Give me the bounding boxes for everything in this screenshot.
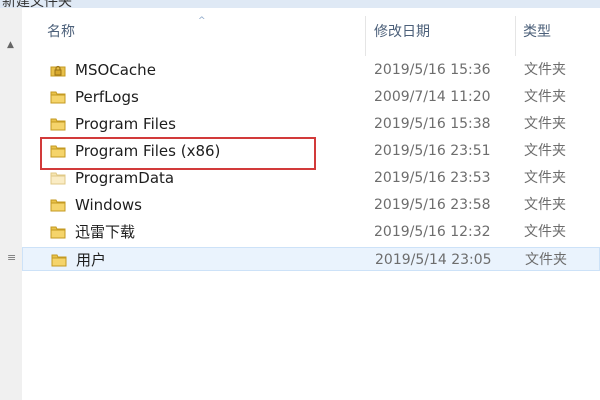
file-date: 2019/5/16 12:32 bbox=[374, 224, 491, 240]
column-header: ^ 名称 修改日期 类型 bbox=[22, 16, 600, 56]
file-name: Program Files bbox=[75, 115, 176, 133]
file-name: 迅雷下载 bbox=[75, 223, 136, 241]
file-name: 用户 bbox=[76, 251, 107, 269]
file-date: 2019/5/16 23:58 bbox=[374, 197, 491, 213]
file-date: 2009/7/14 11:20 bbox=[374, 89, 491, 105]
file-list: ^ 名称 修改日期 类型 MSOCache 2019/5/16 15:36 文件… bbox=[22, 8, 600, 400]
file-name: MSOCache bbox=[75, 61, 156, 79]
window-title: 新建文件夹 bbox=[2, 0, 72, 8]
column-header-type[interactable]: 类型 bbox=[523, 16, 600, 48]
file-date: 2019/5/14 23:05 bbox=[375, 252, 492, 268]
file-name: PerfLogs bbox=[75, 88, 139, 106]
file-type: 文件夹 bbox=[524, 89, 566, 105]
column-header-name[interactable]: 名称 bbox=[47, 16, 365, 48]
file-row-program-files[interactable]: Program Files 2019/5/16 15:38 文件夹 bbox=[22, 112, 600, 136]
column-divider[interactable] bbox=[515, 16, 516, 56]
file-type: 文件夹 bbox=[524, 170, 566, 186]
file-row-thunder-downloads[interactable]: 迅雷下载 2019/5/16 12:32 文件夹 bbox=[22, 220, 600, 244]
locked-folder-icon bbox=[50, 65, 66, 77]
scroll-grip-icon[interactable]: ≡ bbox=[7, 252, 16, 263]
navigation-pane-scrollbar[interactable]: ▲ ≡ bbox=[0, 8, 23, 400]
file-name: Windows bbox=[75, 196, 142, 214]
file-type: 文件夹 bbox=[525, 252, 567, 268]
file-type: 文件夹 bbox=[524, 116, 566, 132]
file-type: 文件夹 bbox=[524, 62, 566, 78]
folder-icon bbox=[50, 91, 66, 104]
file-row-windows[interactable]: Windows 2019/5/16 23:58 文件夹 bbox=[22, 193, 600, 217]
folder-icon bbox=[50, 118, 66, 131]
faded-folder-icon bbox=[50, 172, 66, 185]
file-date: 2019/5/16 15:38 bbox=[374, 116, 491, 132]
file-row-perflogs[interactable]: PerfLogs 2009/7/14 11:20 文件夹 bbox=[22, 85, 600, 109]
scroll-up-arrow-icon[interactable]: ▲ bbox=[7, 40, 14, 50]
file-date: 2019/5/16 23:53 bbox=[374, 170, 491, 186]
column-divider[interactable] bbox=[365, 16, 366, 56]
file-type: 文件夹 bbox=[524, 197, 566, 213]
annotation-highlight-box bbox=[40, 137, 316, 170]
file-date: 2019/5/16 23:51 bbox=[374, 143, 491, 159]
folder-icon bbox=[50, 199, 66, 212]
window-title-bar: 新建文件夹 bbox=[0, 0, 600, 8]
file-date: 2019/5/16 15:36 bbox=[374, 62, 491, 78]
folder-icon bbox=[51, 254, 67, 267]
column-header-date[interactable]: 修改日期 bbox=[374, 16, 514, 48]
folder-icon bbox=[50, 226, 66, 239]
file-row-users[interactable]: 用户 2019/5/14 23:05 文件夹 bbox=[22, 247, 600, 271]
file-type: 文件夹 bbox=[524, 224, 566, 240]
file-row-msocache[interactable]: MSOCache 2019/5/16 15:36 文件夹 bbox=[22, 58, 600, 82]
file-type: 文件夹 bbox=[524, 143, 566, 159]
